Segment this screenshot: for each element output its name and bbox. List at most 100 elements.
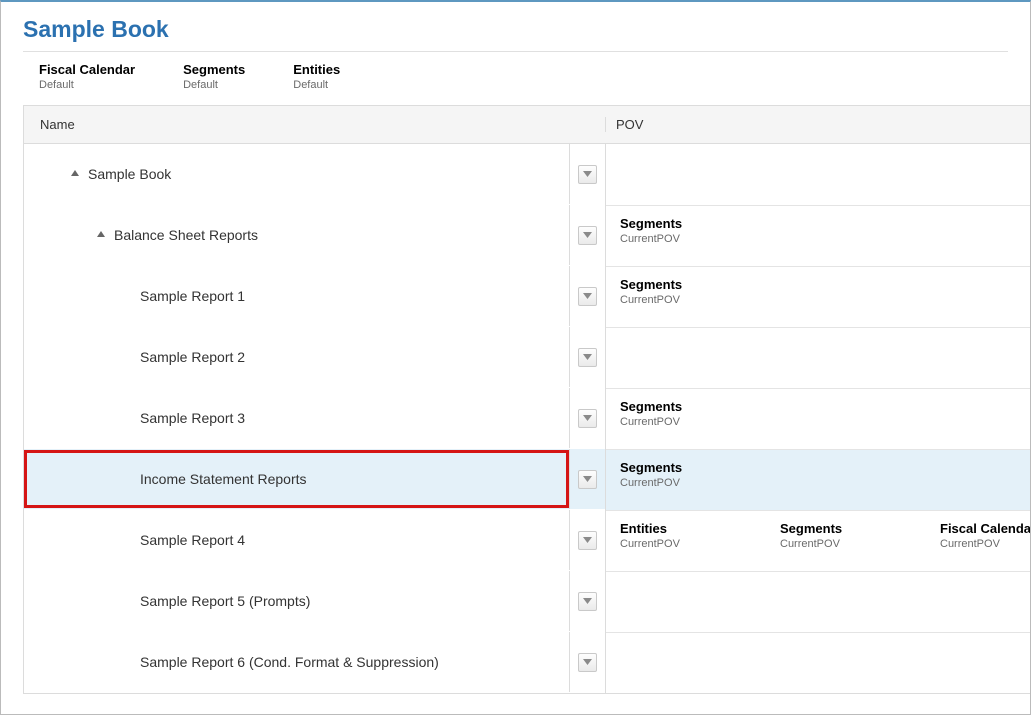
row-actions-dropdown[interactable] xyxy=(578,287,597,306)
tree-row-name-cell: Income Statement Reports xyxy=(24,471,569,487)
tree-row-name-cell: Sample Report 3 xyxy=(24,410,569,426)
row-actions-dropdown[interactable] xyxy=(578,592,597,611)
tree-row-name-cell: Sample Book xyxy=(24,166,569,182)
tree-row-action-cell xyxy=(569,266,605,326)
pov-segment[interactable]: Entities CurrentPOV xyxy=(620,521,730,550)
grid-header: Name POV xyxy=(24,106,1030,144)
pov-column: SegmentsCurrentPOVSegmentsCurrentPOVSegm… xyxy=(605,144,1030,693)
pov-label: Fiscal Calendar xyxy=(39,62,135,77)
tree-row[interactable]: Sample Report 4 xyxy=(24,510,605,571)
pov-row: Segments CurrentPOV xyxy=(606,266,1030,327)
pov-fiscal-calendar[interactable]: Fiscal Calendar Default xyxy=(39,62,135,91)
chevron-down-icon xyxy=(583,293,592,299)
pov-segment-label: Fiscal Calendar xyxy=(940,521,1031,536)
tree-row-action-cell xyxy=(569,510,605,570)
pov-segment-label: Segments xyxy=(620,460,730,475)
chevron-down-icon xyxy=(583,476,592,482)
tree-row[interactable]: Sample Report 6 (Cond. Format & Suppress… xyxy=(24,632,605,693)
tree-row-action-cell xyxy=(569,632,605,692)
row-actions-dropdown[interactable] xyxy=(578,409,597,428)
tree-row-label: Balance Sheet Reports xyxy=(114,227,258,243)
tree-row[interactable]: Income Statement Reports xyxy=(24,449,605,510)
pov-row: Segments CurrentPOV xyxy=(606,449,1030,510)
pov-entities[interactable]: Entities Default xyxy=(293,62,340,91)
tree-row[interactable]: Sample Report 2 xyxy=(24,327,605,388)
chevron-down-icon xyxy=(583,659,592,665)
pov-segment-value: CurrentPOV xyxy=(620,233,730,245)
expander-icon[interactable] xyxy=(94,230,108,238)
pov-segment-value: CurrentPOV xyxy=(620,294,730,306)
pov-value: Default xyxy=(39,79,135,91)
pov-row: Segments CurrentPOV xyxy=(606,388,1030,449)
pov-value: Default xyxy=(293,79,340,91)
pov-segment-label: Segments xyxy=(620,399,730,414)
page-title: Sample Book xyxy=(1,2,1030,51)
pov-segment-value: CurrentPOV xyxy=(780,538,890,550)
tree-row-action-cell xyxy=(569,449,605,509)
tree-column: Sample Book Balance Sheet Reports Sample R… xyxy=(24,144,605,693)
row-actions-dropdown[interactable] xyxy=(578,165,597,184)
pov-segment-value: CurrentPOV xyxy=(940,538,1031,550)
pov-segment-label: Segments xyxy=(780,521,890,536)
chevron-down-icon xyxy=(583,354,592,360)
pov-segment[interactable]: Segments CurrentPOV xyxy=(620,399,730,428)
expander-icon[interactable] xyxy=(68,169,82,177)
grid-body: Sample Book Balance Sheet Reports Sample R… xyxy=(24,144,1030,693)
tree-row-action-cell xyxy=(569,327,605,387)
pov-segment[interactable]: Segments CurrentPOV xyxy=(620,460,730,489)
pov-segment-value: CurrentPOV xyxy=(620,477,730,489)
divider xyxy=(23,51,1008,52)
pov-segment-label: Segments xyxy=(620,277,730,292)
tree-row-name-cell: Sample Report 1 xyxy=(24,288,569,304)
tree-row-label: Sample Report 1 xyxy=(140,288,245,304)
row-actions-dropdown[interactable] xyxy=(578,653,597,672)
pov-segment-value: CurrentPOV xyxy=(620,416,730,428)
tree-row-action-cell xyxy=(569,144,605,204)
pov-row xyxy=(606,327,1030,388)
pov-segment[interactable]: Segments CurrentPOV xyxy=(620,216,730,245)
row-actions-dropdown[interactable] xyxy=(578,470,597,489)
tree-row-name-cell: Sample Report 2 xyxy=(24,349,569,365)
tree-row[interactable]: Sample Report 3 xyxy=(24,388,605,449)
pov-segment[interactable]: Segments CurrentPOV xyxy=(780,521,890,550)
pov-value: Default xyxy=(183,79,245,91)
tree-row[interactable]: Sample Book xyxy=(24,144,605,205)
book-designer-frame: Sample Book Fiscal Calendar Default Segm… xyxy=(0,0,1031,715)
chevron-down-icon xyxy=(583,171,592,177)
pov-label: Segments xyxy=(183,62,245,77)
row-actions-dropdown[interactable] xyxy=(578,531,597,550)
tree-row[interactable]: Balance Sheet Reports xyxy=(24,205,605,266)
pov-row xyxy=(606,144,1030,205)
pov-segment[interactable]: Fiscal Calendar CurrentPOV xyxy=(940,521,1031,550)
pov-row xyxy=(606,571,1030,632)
tree-row-action-cell xyxy=(569,388,605,448)
pov-row xyxy=(606,632,1030,693)
tree-row-label: Sample Report 4 xyxy=(140,532,245,548)
tree-row-label: Sample Book xyxy=(88,166,171,182)
tree-row-name-cell: Balance Sheet Reports xyxy=(24,227,569,243)
tree-row-name-cell: Sample Report 6 (Cond. Format & Suppress… xyxy=(24,654,569,670)
tree-row[interactable]: Sample Report 5 (Prompts) xyxy=(24,571,605,632)
row-actions-dropdown[interactable] xyxy=(578,348,597,367)
pov-segment-value: CurrentPOV xyxy=(620,538,730,550)
chevron-down-icon xyxy=(583,415,592,421)
pov-segments[interactable]: Segments Default xyxy=(183,62,245,91)
pov-segment-label: Entities xyxy=(620,521,730,536)
column-header-pov[interactable]: POV xyxy=(605,117,1030,132)
chevron-down-icon xyxy=(583,537,592,543)
pov-bar: Fiscal Calendar Default Segments Default… xyxy=(1,58,1030,99)
chevron-down-icon xyxy=(583,598,592,604)
row-actions-dropdown[interactable] xyxy=(578,226,597,245)
pov-label: Entities xyxy=(293,62,340,77)
pov-segment[interactable]: Segments CurrentPOV xyxy=(620,277,730,306)
column-header-name[interactable]: Name xyxy=(24,117,569,132)
tree-row-label: Sample Report 6 (Cond. Format & Suppress… xyxy=(140,654,439,670)
tree-row-label: Income Statement Reports xyxy=(140,471,307,487)
tree-row-action-cell xyxy=(569,205,605,265)
tree-row[interactable]: Sample Report 1 xyxy=(24,266,605,327)
tree-row-action-cell xyxy=(569,571,605,631)
grid-bottom-border xyxy=(23,693,1030,694)
book-grid: Name POV Sample Book Balance Sheet Report… xyxy=(23,105,1030,693)
tree-row-label: Sample Report 5 (Prompts) xyxy=(140,593,310,609)
pov-segment-label: Segments xyxy=(620,216,730,231)
